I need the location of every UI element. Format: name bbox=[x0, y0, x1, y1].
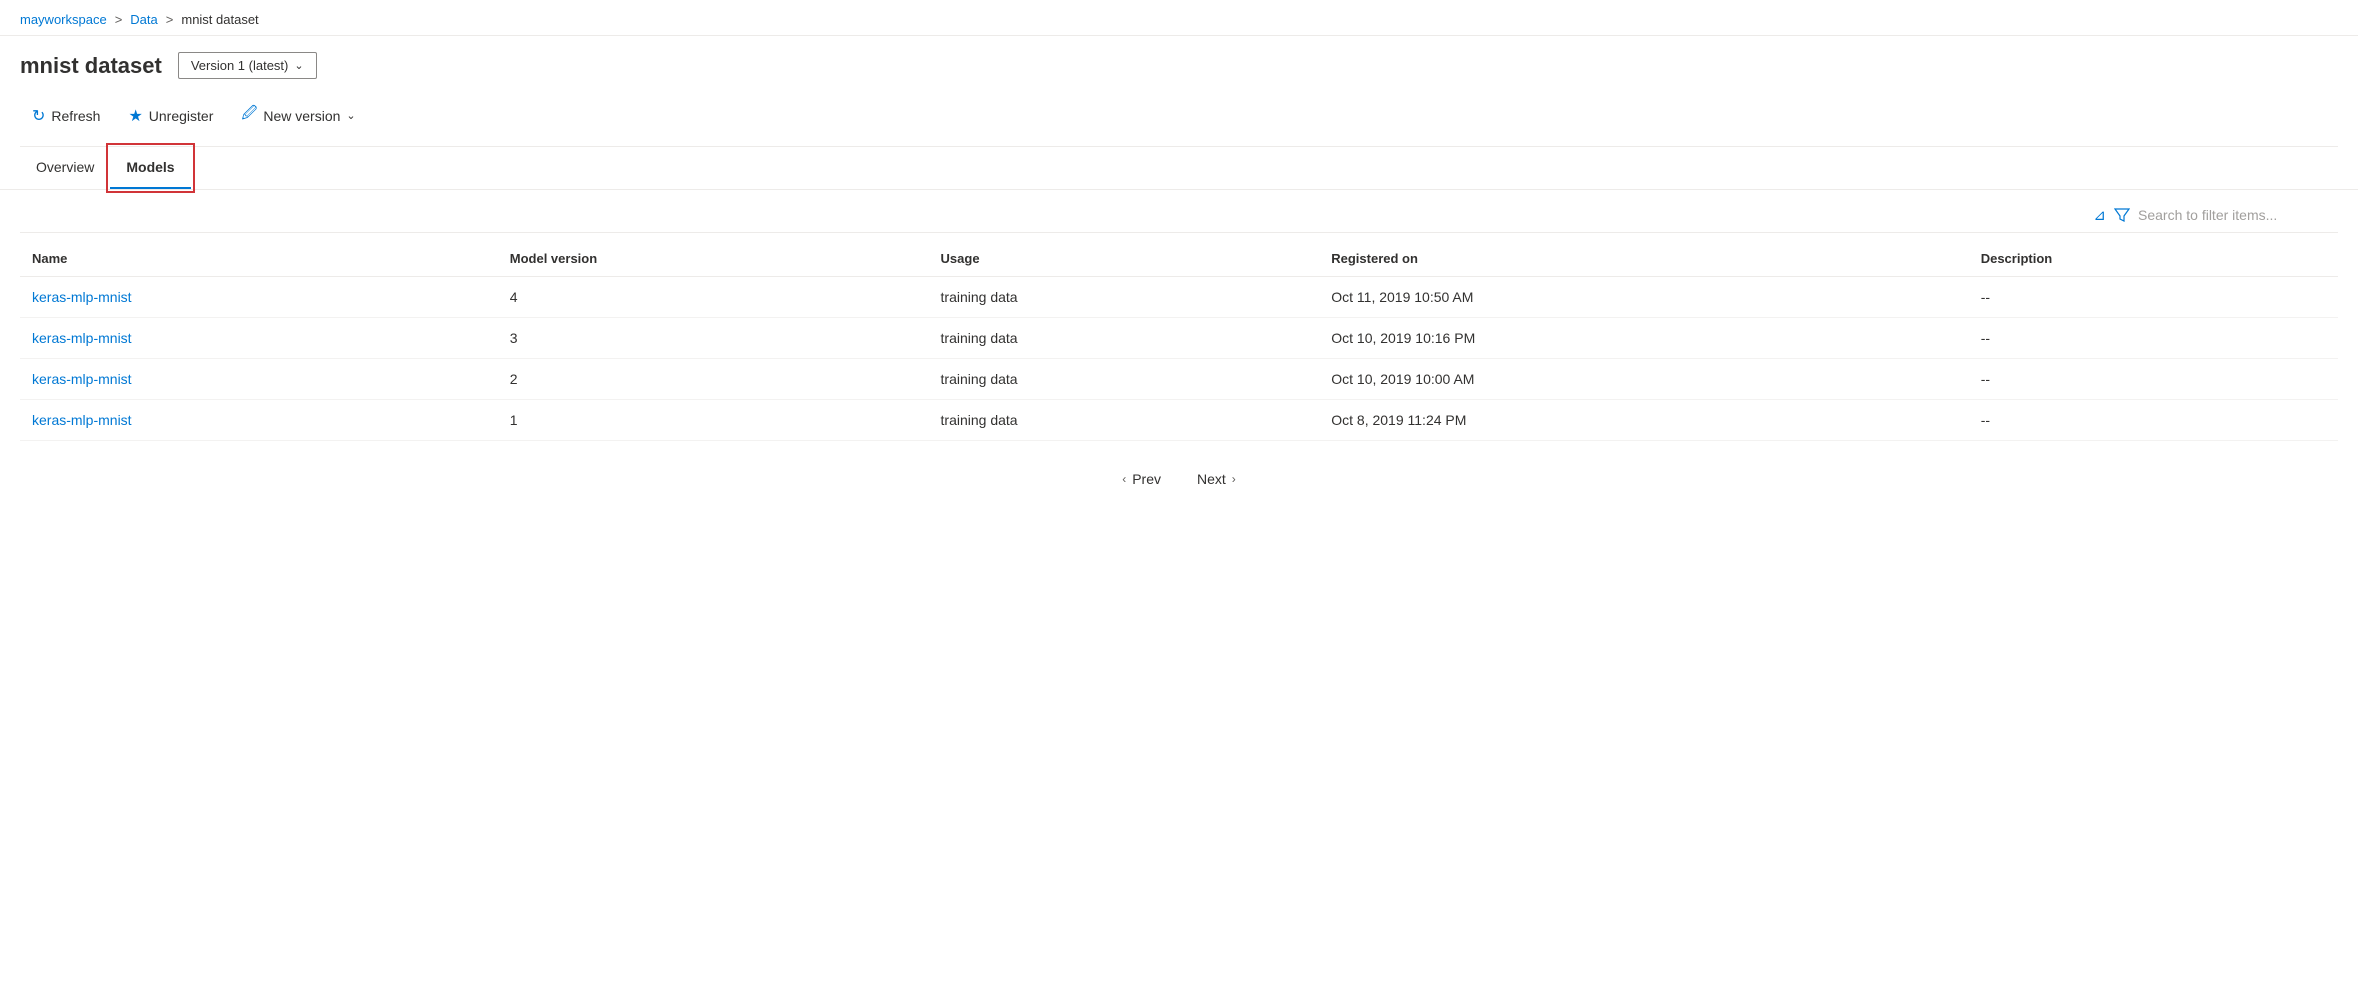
new-version-button[interactable]: 🖉 New version ⌄ bbox=[229, 97, 367, 134]
description-cell: -- bbox=[1969, 277, 2338, 318]
tab-models[interactable]: Models bbox=[110, 147, 190, 189]
star-icon: ★ bbox=[128, 106, 142, 126]
version-label: Version 1 (latest) bbox=[191, 58, 289, 73]
refresh-label: Refresh bbox=[51, 108, 100, 124]
table-row: keras-mlp-mnist 1 training data Oct 8, 2… bbox=[20, 400, 2338, 441]
usage-cell: training data bbox=[929, 359, 1320, 400]
usage-cell: training data bbox=[929, 277, 1320, 318]
model-version-cell: 1 bbox=[498, 400, 929, 441]
breadcrumb-workspace[interactable]: mayworkspace bbox=[20, 12, 107, 27]
table-body: keras-mlp-mnist 4 training data Oct 11, … bbox=[20, 277, 2338, 441]
model-version-cell: 2 bbox=[498, 359, 929, 400]
tab-overview-label: Overview bbox=[36, 159, 94, 175]
unregister-label: Unregister bbox=[149, 108, 214, 124]
model-name-link[interactable]: keras-mlp-mnist bbox=[32, 330, 132, 346]
next-button[interactable]: Next › bbox=[1187, 465, 1246, 493]
registered-on-cell: Oct 8, 2019 11:24 PM bbox=[1319, 400, 1968, 441]
col-name: Name bbox=[20, 241, 498, 277]
title-row: mnist dataset Version 1 (latest) ⌄ bbox=[20, 52, 2338, 79]
col-registered-on: Registered on bbox=[1319, 241, 1968, 277]
table-row: keras-mlp-mnist 3 training data Oct 10, … bbox=[20, 318, 2338, 359]
model-name-link[interactable]: keras-mlp-mnist bbox=[32, 371, 132, 387]
col-model-version: Model version bbox=[498, 241, 929, 277]
table-row: keras-mlp-mnist 4 training data Oct 11, … bbox=[20, 277, 2338, 318]
col-usage: Usage bbox=[929, 241, 1320, 277]
unregister-button[interactable]: ★ Unregister bbox=[116, 100, 225, 132]
breadcrumb-sep1: > bbox=[115, 12, 123, 27]
breadcrumb: mayworkspace > Data > mnist dataset bbox=[0, 0, 2358, 36]
pagination: ‹ Prev Next › bbox=[20, 441, 2338, 517]
refresh-button[interactable]: ↻ Refresh bbox=[20, 100, 112, 132]
filter-bar: ⊿ bbox=[20, 190, 2338, 233]
prev-arrow-icon: ‹ bbox=[1122, 472, 1126, 486]
funnel-icon bbox=[2114, 207, 2130, 223]
models-table: Name Model version Usage Registered on D… bbox=[20, 241, 2338, 441]
new-version-label: New version bbox=[263, 108, 340, 124]
breadcrumb-sep2: > bbox=[166, 12, 174, 27]
registered-on-cell: Oct 10, 2019 10:16 PM bbox=[1319, 318, 1968, 359]
usage-cell: training data bbox=[929, 318, 1320, 359]
usage-cell: training data bbox=[929, 400, 1320, 441]
description-cell: -- bbox=[1969, 359, 2338, 400]
breadcrumb-data[interactable]: Data bbox=[130, 12, 157, 27]
filter-input-wrapper[interactable]: ⊿ bbox=[2093, 206, 2338, 224]
table-row: keras-mlp-mnist 2 training data Oct 10, … bbox=[20, 359, 2338, 400]
page-title: mnist dataset bbox=[20, 53, 162, 79]
description-cell: -- bbox=[1969, 400, 2338, 441]
model-name-link[interactable]: keras-mlp-mnist bbox=[32, 289, 132, 305]
version-dropdown[interactable]: Version 1 (latest) ⌄ bbox=[178, 52, 317, 79]
breadcrumb-current: mnist dataset bbox=[181, 12, 258, 27]
tab-overview[interactable]: Overview bbox=[20, 147, 110, 189]
filter-icon: ⊿ bbox=[2093, 206, 2106, 224]
search-input[interactable] bbox=[2138, 207, 2338, 223]
prev-button[interactable]: ‹ Prev bbox=[1112, 465, 1171, 493]
model-version-cell: 4 bbox=[498, 277, 929, 318]
header-section: mnist dataset Version 1 (latest) ⌄ ↻ Ref… bbox=[0, 36, 2358, 147]
next-arrow-icon: › bbox=[1232, 472, 1236, 486]
model-name-link[interactable]: keras-mlp-mnist bbox=[32, 412, 132, 428]
next-label: Next bbox=[1197, 471, 1226, 487]
model-version-cell: 3 bbox=[498, 318, 929, 359]
col-description: Description bbox=[1969, 241, 2338, 277]
prev-label: Prev bbox=[1132, 471, 1161, 487]
description-cell: -- bbox=[1969, 318, 2338, 359]
registered-on-cell: Oct 11, 2019 10:50 AM bbox=[1319, 277, 1968, 318]
tabs-bar: Overview Models bbox=[0, 147, 2358, 190]
registered-on-cell: Oct 10, 2019 10:00 AM bbox=[1319, 359, 1968, 400]
content-area: ⊿ Name Model version Usage Registered on… bbox=[0, 190, 2358, 517]
toolbar: ↻ Refresh ★ Unregister 🖉 New version ⌄ bbox=[20, 91, 2338, 147]
tab-models-label: Models bbox=[126, 159, 174, 175]
new-version-icon: 🖉 bbox=[241, 103, 257, 128]
table-header: Name Model version Usage Registered on D… bbox=[20, 241, 2338, 277]
chevron-down-icon: ⌄ bbox=[294, 59, 303, 72]
new-version-chevron-icon: ⌄ bbox=[346, 109, 355, 122]
refresh-icon: ↻ bbox=[32, 106, 45, 126]
